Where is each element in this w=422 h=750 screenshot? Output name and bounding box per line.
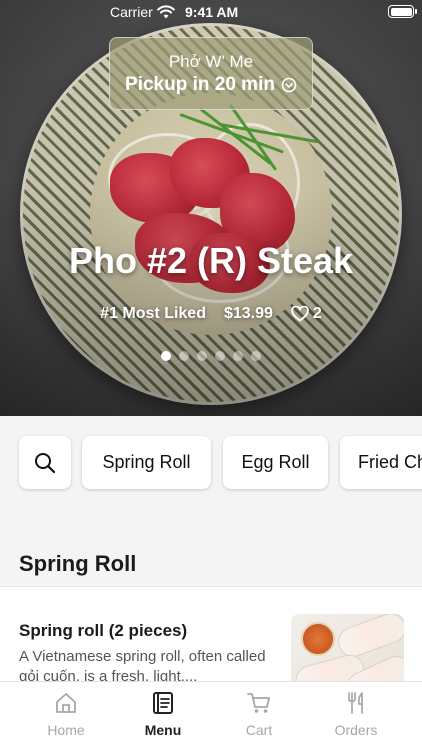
- dish-price: $13.99: [223, 305, 273, 322]
- category-chip-spring-roll[interactable]: Spring Roll: [82, 436, 211, 489]
- tab-cart[interactable]: Cart: [211, 690, 307, 738]
- clock: 9:41 AM: [185, 4, 239, 20]
- carousel-dot[interactable]: [251, 351, 261, 361]
- carousel-dot[interactable]: [233, 351, 243, 361]
- status-bar: Carrier 9:41 AM: [0, 0, 422, 24]
- screen: Carrier 9:41 AM Phở W' Me Pickup in 20 m…: [0, 0, 422, 750]
- tab-home[interactable]: Home: [18, 690, 114, 738]
- carousel-dot[interactable]: [215, 351, 225, 361]
- tab-menu[interactable]: Menu: [115, 690, 211, 738]
- hero-carousel[interactable]: Carrier 9:41 AM Phở W' Me Pickup in 20 m…: [0, 0, 422, 416]
- like-button[interactable]: 2: [291, 305, 322, 323]
- chevron-down-circle-icon: [281, 77, 297, 93]
- carousel-dot[interactable]: [179, 351, 189, 361]
- category-chip-fried[interactable]: Fried Ch: [340, 436, 422, 489]
- search-icon: [35, 452, 56, 473]
- tab-label: Orders: [334, 722, 378, 738]
- carrier-label: Carrier: [110, 4, 153, 20]
- tab-label: Cart: [245, 722, 273, 738]
- heart-icon: [291, 306, 309, 322]
- pickup-eta: Pickup in 20 min: [125, 74, 275, 95]
- dish-title: Pho #2 (R) Steak: [68, 240, 354, 281]
- menu-book-icon: [153, 692, 173, 714]
- popularity-badge: #1 Most Liked: [100, 305, 206, 322]
- pickup-selector[interactable]: Phở W' Me Pickup in 20 min: [109, 37, 313, 110]
- search-button[interactable]: [19, 436, 71, 489]
- tab-bar: Home Menu Cart Orders: [0, 681, 422, 750]
- carousel-dot[interactable]: [161, 351, 171, 361]
- battery-icon: [388, 5, 417, 18]
- fork-knife-icon: [348, 692, 363, 714]
- tab-label: Menu: [144, 722, 182, 738]
- carousel-dots: [0, 351, 422, 361]
- tab-orders[interactable]: Orders: [308, 690, 404, 738]
- section-title: Spring Roll: [19, 551, 137, 576]
- tab-label: Home: [47, 722, 85, 738]
- store-name: Phở W' Me: [168, 52, 254, 71]
- dish-meta: #1 Most Liked $13.99 2: [0, 305, 422, 323]
- wifi-icon: [157, 5, 175, 19]
- carousel-dot[interactable]: [197, 351, 207, 361]
- cart-icon: [247, 693, 270, 713]
- like-count: 2: [312, 305, 322, 322]
- category-chip-egg-roll[interactable]: Egg Roll: [223, 436, 328, 489]
- menu-item-name: Spring roll (2 pieces): [19, 621, 188, 640]
- category-bar: Spring Roll Egg Roll Fried Ch: [0, 436, 422, 490]
- home-icon: [56, 693, 76, 713]
